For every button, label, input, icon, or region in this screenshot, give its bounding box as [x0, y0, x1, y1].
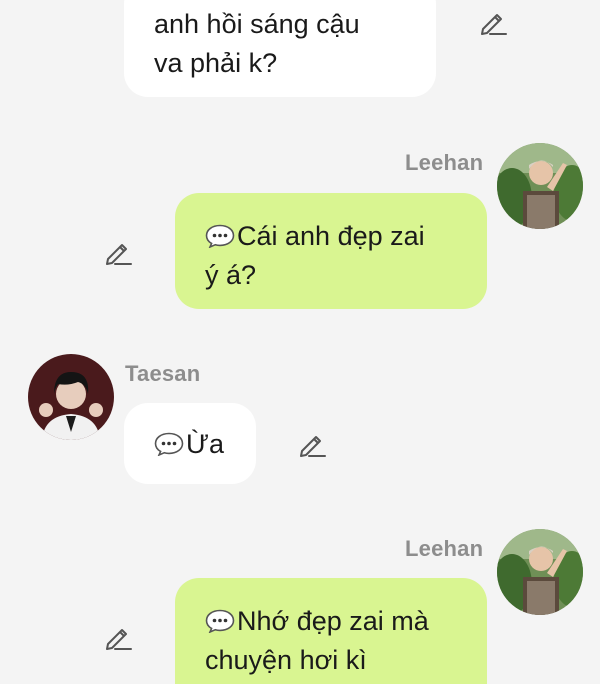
pencil-edit-icon[interactable] — [297, 429, 327, 459]
avatar[interactable] — [497, 143, 583, 229]
pencil-edit-icon[interactable] — [103, 622, 133, 652]
speech-bubble-ellipsis-icon — [205, 609, 235, 633]
pencil-edit-icon[interactable] — [103, 237, 133, 267]
message-text-line: ý á? — [205, 260, 257, 290]
chat-area[interactable]: anh hồi sáng cậu va phải k? Leehan Cái a… — [0, 0, 600, 684]
sender-name: Taesan — [125, 361, 201, 386]
incoming-message-bubble[interactable]: Ừa — [124, 403, 256, 484]
speech-bubble-ellipsis-icon — [205, 224, 235, 248]
message-text: Nhớ đẹp zai mà — [237, 606, 429, 636]
message-text-line: Ừa — [154, 425, 256, 464]
message-text: Ừa — [186, 429, 225, 459]
message-text-line: chuyện hơi kì — [205, 645, 367, 675]
message-text: Cái anh đẹp zai — [237, 221, 425, 251]
avatar[interactable] — [497, 529, 583, 615]
message-text-line: Nhớ đẹp zai mà — [205, 602, 487, 641]
message-text-line: va phải k? — [154, 48, 278, 78]
sender-name: Leehan — [405, 150, 484, 175]
speech-bubble-ellipsis-icon — [154, 432, 184, 456]
avatar[interactable] — [28, 354, 114, 440]
outgoing-message-bubble[interactable]: Nhớ đẹp zai mà chuyện hơi kì — [175, 578, 487, 684]
message-text-line: anh hồi sáng cậu — [154, 9, 360, 39]
incoming-message-bubble[interactable]: anh hồi sáng cậu va phải k? — [124, 0, 436, 97]
message-text-line: Cái anh đẹp zai — [205, 217, 487, 256]
pencil-edit-icon[interactable] — [478, 7, 508, 37]
outgoing-message-bubble[interactable]: Cái anh đẹp zai ý á? — [175, 193, 487, 309]
sender-name: Leehan — [405, 536, 484, 561]
